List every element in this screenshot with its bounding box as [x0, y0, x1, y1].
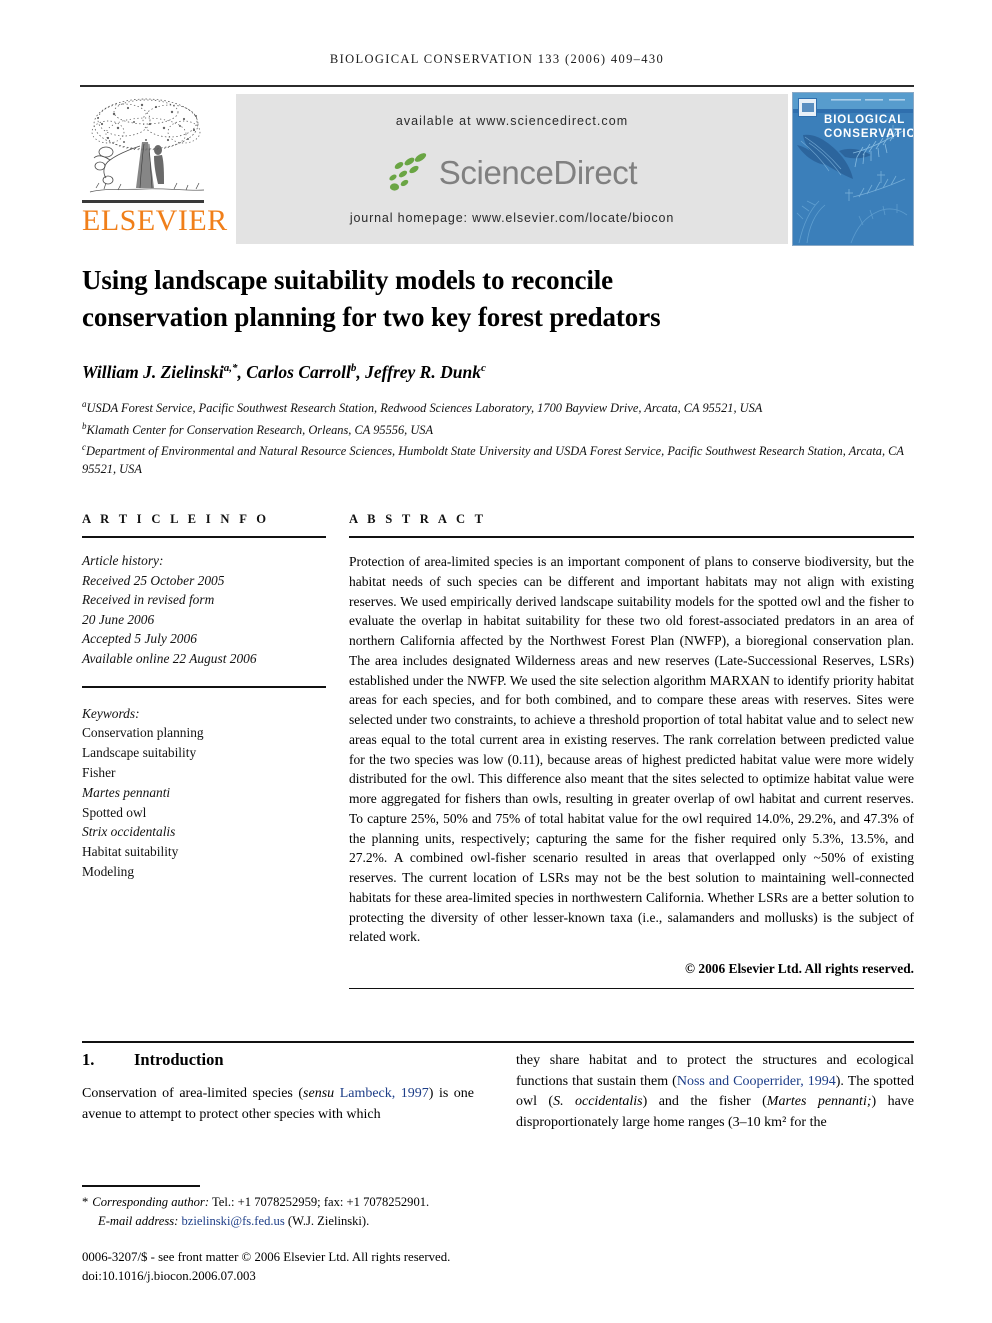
cover-title-line2: CONSERVATION — [824, 128, 913, 140]
author-3-name: Jeffrey R. Dunk — [365, 361, 481, 382]
journal-homepage-text: journal homepage: www.elsevier.com/locat… — [349, 211, 675, 225]
corresponding-author-label: Corresponding author: — [92, 1195, 210, 1209]
author-list: William J. Zielinskia,*, Carlos Carrollb… — [82, 361, 486, 382]
running-head: BIOLOGICAL CONSERVATION 133 (2006) 409–4… — [329, 52, 665, 66]
abstract-heading: A B S T R A C T — [349, 512, 487, 526]
keyword-item: Habitat suitability — [82, 844, 179, 860]
keywords-divider — [82, 685, 326, 688]
author-2-name: Carlos Carroll — [246, 361, 351, 382]
email-line: E-mail address: bzielinski@fs.fed.us (W.… — [82, 1212, 532, 1231]
introduction-title: Introduction — [134, 1050, 224, 1069]
keyword-item: Fisher — [82, 764, 116, 780]
journal-cover-thumbnail[interactable]: BIOLOGICAL CONSERVATION — [792, 92, 914, 246]
affiliation-list: aUSDA Forest Service, Pacific Southwest … — [82, 396, 912, 479]
footnote-asterisk: * — [82, 1195, 89, 1209]
masthead: ELSEVIER available at www.sciencedirect.… — [80, 92, 914, 246]
history-received: Received 25 October 2005 — [82, 572, 225, 588]
email-owner: (W.J. Zielinski). — [287, 1213, 370, 1228]
intro-right-text-mid2: ) and the fisher ( — [642, 1094, 767, 1109]
author-3-marker: c — [480, 362, 486, 374]
species-name-s-occidentalis: S. occidentalis — [553, 1094, 643, 1109]
keywords-label: Keywords: — [82, 705, 140, 721]
citation-lambeck-1997[interactable]: Lambeck, 1997 — [340, 1086, 429, 1101]
abstract-column: A B S T R A C T Protection of area-limit… — [349, 512, 914, 977]
history-revised-label: Received in revised form — [82, 592, 215, 608]
cover-title-line1: BIOLOGICAL — [824, 114, 906, 126]
affiliation-c-text: Department of Environmental and Natural … — [82, 444, 904, 477]
sciencedirect-banner: available at www.sciencedirect.com Scien… — [236, 94, 788, 244]
history-accepted: Accepted 5 July 2006 — [82, 631, 197, 647]
abstract-bottom-rule — [349, 988, 914, 989]
article-history-label: Article history: — [82, 553, 164, 568]
history-available-online: Available online 22 August 2006 — [82, 650, 257, 666]
author-2-marker: b — [350, 362, 357, 374]
page-title: Using landscape suitability models to re… — [82, 262, 882, 336]
affiliation-a-text: USDA Forest Service, Pacific Southwest R… — [86, 401, 763, 416]
keyword-item: Martes pennanti — [82, 784, 171, 800]
species-name-martes-pennanti: Martes pennanti; — [766, 1094, 872, 1109]
introduction-top-rule — [82, 1041, 914, 1043]
intro-left-text-before: Conservation of area-limited species ( — [82, 1086, 304, 1101]
imprint-doi: doi:10.1016/j.biocon.2006.07.003 — [82, 1268, 256, 1283]
keyword-item: Spotted owl — [82, 804, 147, 820]
keywords-list: Keywords: Conservation planning Landscap… — [82, 704, 326, 882]
article-info-divider — [82, 536, 326, 538]
affiliation-a: aUSDA Forest Service, Pacific Southwest … — [82, 396, 912, 418]
article-info-heading: A R T I C L E I N F O — [82, 512, 270, 526]
abstract-copyright: © 2006 Elsevier Ltd. All rights reserved… — [685, 961, 914, 976]
footnote-rule — [82, 1185, 200, 1187]
citation-noss-cooperrider-1994[interactable]: Noss and Cooperrider, 1994 — [677, 1074, 836, 1089]
keyword-item: Modeling — [82, 863, 135, 879]
footnote-block: * Corresponding author: Tel.: +1 70782529… — [82, 1193, 532, 1230]
introduction-number: 1. — [82, 1050, 95, 1069]
abstract-text: Protection of area-limited species is an… — [349, 554, 914, 945]
sciencedirect-swoosh-icon — [389, 153, 426, 191]
author-1-marker: a,* — [223, 362, 238, 374]
keyword-item: Strix occidentalis — [82, 824, 176, 840]
keyword-item: Conservation planning — [82, 725, 204, 741]
imprint-block: 0006-3207/$ - see front matter © 2006 El… — [82, 1248, 602, 1285]
affiliation-b: bKlamath Center for Conservation Researc… — [82, 418, 912, 440]
title-line-1: Using landscape suitability models to re… — [82, 265, 614, 295]
sciencedirect-logo-text: ScienceDirect — [438, 154, 638, 191]
header-rule — [80, 85, 914, 87]
introduction-heading: 1. Introduction — [82, 1050, 224, 1070]
author-1-name: William J. Zielinski — [82, 361, 224, 382]
email-link[interactable]: bzielinski@fs.fed.us — [182, 1214, 285, 1228]
cover-elsevier-mark — [798, 98, 817, 117]
intro-sensu: sensu — [303, 1086, 335, 1101]
elsevier-tree-icon — [84, 94, 210, 206]
article-info-column: A R T I C L E I N F O Article history: R… — [82, 512, 326, 882]
email-label: E-mail address: — [98, 1213, 179, 1228]
elsevier-logo-rule — [82, 200, 204, 203]
history-revised-date: 20 June 2006 — [82, 611, 155, 627]
sciencedirect-logo[interactable]: ScienceDirect — [236, 149, 788, 197]
abstract-divider — [349, 536, 914, 538]
corresponding-author-contact: Tel.: +1 7078252959; fax: +1 7078252901. — [211, 1195, 430, 1209]
elsevier-wordmark: ELSEVIER — [82, 204, 228, 237]
article-history: Article history: Received 25 October 200… — [82, 551, 326, 669]
keyword-item: Landscape suitability — [82, 745, 197, 761]
cover-journal-title: BIOLOGICAL CONSERVATION — [824, 113, 913, 141]
affiliation-b-text: Klamath Center for Conservation Research… — [86, 422, 434, 437]
elsevier-logo: ELSEVIER — [80, 92, 230, 244]
introduction-paragraph-right: they share habitat and to protect the st… — [516, 1051, 914, 1133]
introduction-paragraph-left: Conservation of area-limited species (se… — [82, 1084, 474, 1125]
available-at-text: available at www.sciencedirect.com — [395, 114, 629, 128]
corresponding-author-line: * Corresponding author: Tel.: +1 70782529… — [82, 1193, 532, 1212]
journal-article-first-page: BIOLOGICAL CONSERVATION 133 (2006) 409–4… — [0, 0, 992, 1323]
title-line-2: conservation planning for two key forest… — [82, 302, 661, 332]
imprint-front-matter: 0006-3207/$ - see front matter © 2006 El… — [82, 1250, 451, 1264]
affiliation-c: cDepartment of Environmental and Natural… — [82, 439, 912, 478]
